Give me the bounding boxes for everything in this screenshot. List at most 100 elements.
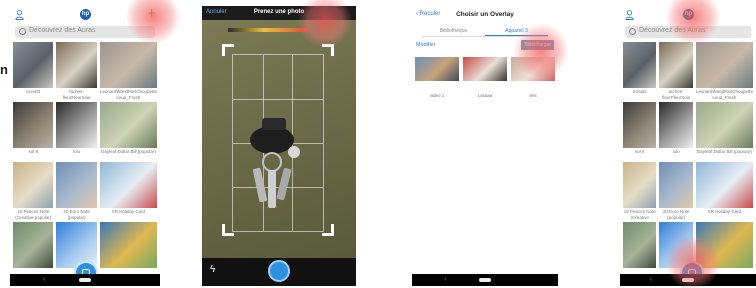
aura-tile[interactable]: taches-fleurFleurSoie — [659, 42, 693, 100]
aura-tile[interactable]: Dayleaf Dollar Bill (popular) — [99, 102, 157, 160]
search-bar[interactable]: Découvrez des Auras — [15, 26, 155, 38]
screenshot-stage: n hp + Découvrez des Auras Ironat3 taches… — [0, 0, 756, 288]
thumbnail-image — [13, 162, 54, 208]
nav-back-icon[interactable]: ‹ — [444, 276, 446, 283]
search-icon — [629, 28, 636, 35]
nav-back-icon[interactable]: ‹ — [43, 276, 45, 283]
overlay-title: Choisir un Overlay — [456, 11, 514, 18]
frame-corner — [222, 224, 234, 236]
camera-controls: ϟ — [202, 258, 356, 286]
aura-tile[interactable]: LeonardWandPartChoupette Leua_Fresh — [695, 42, 753, 100]
thumbnail-caption: video 1 — [429, 93, 445, 98]
thumbnail-image — [695, 102, 753, 148]
camera-header: Annuler Prenez une photo — [202, 6, 356, 20]
top-bar: hp — [620, 6, 756, 24]
hp-logo-icon: hp — [683, 9, 694, 20]
overlay-actions: Modifier Télécharger — [412, 39, 558, 53]
thumbnail-caption: test — [529, 93, 537, 98]
aura-tile[interactable] — [99, 222, 157, 280]
top-bar: hp + — [10, 6, 160, 24]
thumbnail-caption: Ironat3 — [26, 89, 41, 94]
frame-corner — [322, 224, 334, 236]
thumbnail-caption: Dayleaf Dollar Bill (popular) — [101, 149, 156, 154]
thumbnail-caption: LeonardWandPartChoupette Leua_Fresh — [99, 89, 157, 100]
thumbnail-image — [56, 162, 97, 208]
aura-tile[interactable]: Ironat3 — [623, 42, 657, 100]
aura-tile[interactable]: XR Holiday Card — [695, 162, 753, 220]
tab-library[interactable]: Bibliothèque — [422, 26, 485, 36]
aura-tile[interactable] — [13, 222, 54, 280]
android-nav-bar: ‹ — [620, 274, 756, 286]
modify-button[interactable]: Modifier — [416, 42, 436, 48]
aura-tile[interactable]: 20 Euro Note (popular) — [56, 162, 97, 220]
thumbnail-caption: taches-fleurFleurSoie — [62, 89, 91, 100]
aura-tile[interactable]: lolo — [56, 102, 97, 160]
aura-tile[interactable]: Dayleaf Dollar Bill (popular) — [695, 102, 753, 160]
aura-tile[interactable] — [695, 222, 753, 280]
overlay-tabs: Bibliothèque Appareil 3 — [422, 26, 548, 37]
aura-tile[interactable] — [623, 222, 657, 280]
thumbnail-caption: Ironat3 — [632, 89, 647, 94]
aura-tile[interactable]: LeonardWandPartChoupette Leua_Fresh — [99, 42, 157, 100]
aura-tile[interactable]: Ironat3 — [13, 42, 54, 100]
thumbnail-image — [99, 162, 157, 208]
thumbnail-image — [13, 222, 54, 268]
thumbnail-caption: 10 Peaces Note (Creative popular) — [623, 209, 656, 220]
overlay-screen: ‹ Reculer Choisir un Overlay Bibliothèqu… — [412, 6, 558, 286]
thumbnail-image — [695, 162, 753, 208]
user-icon[interactable] — [625, 10, 634, 20]
thumbnail-caption: sol 8 — [28, 149, 38, 154]
thumbnail-caption: Lasaaa — [477, 93, 493, 98]
add-icon[interactable]: + — [147, 6, 156, 22]
flash-icon[interactable]: ϟ — [210, 264, 215, 275]
thumbnail-caption: XR Holiday Card — [707, 209, 742, 214]
aura-grid: Ironat3 taches-fleurFleurSoie LeonardWandP… — [620, 42, 756, 280]
search-bar[interactable]: Découvrez des Auras — [625, 26, 751, 38]
nav-back-icon[interactable]: ‹ — [650, 276, 652, 283]
nav-home-icon[interactable] — [479, 278, 491, 282]
frame-corner — [322, 44, 334, 56]
overlay-tile[interactable]: video 1 — [415, 57, 459, 99]
overlay-tile[interactable]: test — [511, 57, 555, 99]
thumbnail-image — [56, 102, 97, 148]
aura-tile[interactable]: sol 8 — [13, 102, 54, 160]
thumbnail-caption: 20 Euro Note (popular) — [63, 209, 90, 220]
thumbnail-image — [13, 102, 54, 148]
thumbnail-caption: 10 Peaces Note (Creative popular) — [15, 209, 52, 220]
upload-button[interactable]: Télécharger — [521, 40, 554, 50]
thumbnail-image — [623, 162, 657, 208]
grid-line — [233, 99, 323, 100]
quality-meter — [228, 28, 308, 32]
thumbnail-caption: XR Holiday Card — [111, 209, 146, 214]
aura-tile[interactable]: taches-fleurFleurSoie — [56, 42, 97, 100]
aura-tile[interactable]: 10 Peaces Note (Creative popular) — [623, 162, 657, 220]
shutter-button[interactable] — [268, 260, 290, 282]
thumbnail-image — [623, 42, 657, 88]
overlay-header: ‹ Reculer Choisir un Overlay — [412, 6, 558, 26]
android-nav-bar: ‹ — [412, 274, 558, 286]
nav-home-icon[interactable] — [682, 278, 694, 282]
thumbnail-image — [623, 222, 657, 268]
overlay-grid: video 1 Lasaaa test — [412, 53, 558, 99]
frame-corner — [222, 44, 234, 56]
aura-tile[interactable]: XR Holiday Card — [99, 162, 157, 220]
thumbnail-image — [659, 102, 693, 148]
search-input[interactable]: Découvrez des Auras — [29, 27, 96, 34]
search-input[interactable]: Découvrez des Auras — [639, 27, 706, 34]
aura-grid: Ironat3 taches-fleurFleurSoie LeonardWandP… — [10, 42, 160, 280]
thumbnail-caption: sol 8 — [634, 149, 645, 154]
overlay-tile[interactable]: Lasaaa — [463, 57, 507, 99]
edge-letter: n — [0, 62, 8, 77]
user-icon[interactable] — [15, 10, 24, 20]
thumbnail-caption: 20 Euro Note (popular) — [662, 209, 690, 220]
nav-home-icon[interactable] — [79, 278, 91, 282]
aura-tile[interactable]: lolo — [659, 102, 693, 160]
aura-tile[interactable]: 10 Peaces Note (Creative popular) — [13, 162, 54, 220]
keys-photo — [250, 118, 300, 208]
thumbnail-image — [415, 57, 459, 81]
aura-tile[interactable]: 20 Euro Note (popular) — [659, 162, 693, 220]
tab-device[interactable]: Appareil 3 — [485, 26, 548, 36]
aura-tile[interactable]: sol 8 — [623, 102, 657, 160]
thumbnail-image — [99, 222, 157, 268]
thumbnail-image — [99, 102, 157, 148]
